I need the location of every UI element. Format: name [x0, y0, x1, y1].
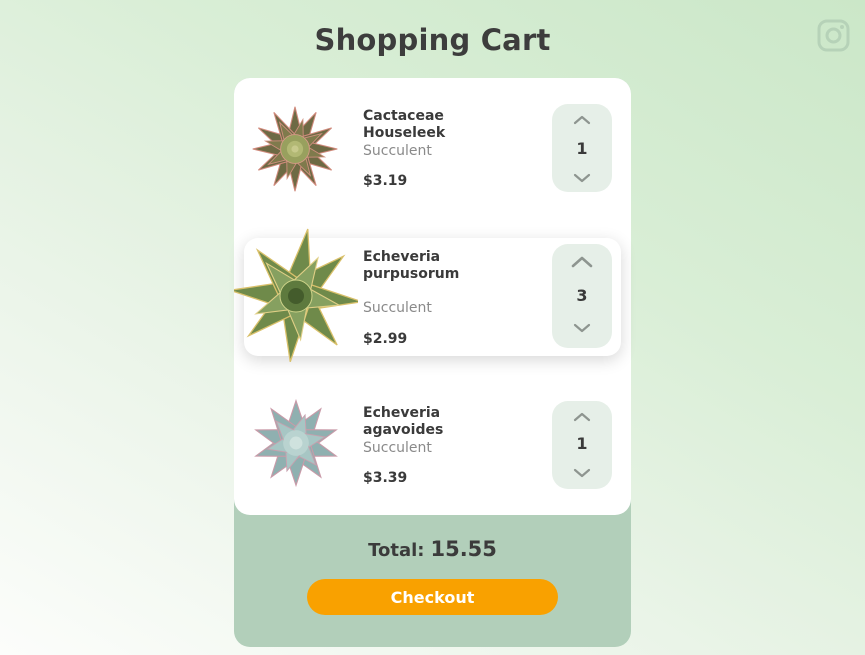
decrease-quantity-button[interactable] — [552, 316, 612, 340]
increase-quantity-button[interactable] — [552, 405, 612, 429]
quantity-value: 1 — [576, 434, 588, 453]
total-label: Total: — [368, 540, 425, 561]
page-title: Shopping Cart — [314, 23, 551, 57]
item-type: Succulent — [363, 143, 432, 159]
shopping-cart-card: Cactaceae Houseleek Succulent $3.19 1 Ec… — [234, 78, 631, 647]
chevron-up-icon — [573, 115, 591, 125]
quantity-stepper: 1 — [552, 401, 612, 489]
cart-item: Cactaceae Houseleek Succulent $3.19 1 — [234, 93, 631, 213]
quantity-stepper: 1 — [552, 104, 612, 192]
chevron-down-icon — [573, 323, 591, 333]
cart-item: Echeveria agavoides Succulent $3.39 1 — [234, 390, 631, 510]
item-type: Succulent — [363, 300, 432, 316]
quantity-value: 3 — [576, 286, 588, 305]
chevron-down-icon — [573, 468, 591, 478]
quantity-value: 1 — [576, 139, 588, 158]
cart-item-list: Cactaceae Houseleek Succulent $3.19 1 Ec… — [234, 78, 631, 515]
item-price: $3.39 — [363, 470, 408, 486]
chevron-down-icon — [573, 173, 591, 183]
item-name: Echeveria purpusorum — [363, 249, 460, 282]
plant-image-purpusorum — [234, 228, 358, 362]
increase-quantity-button[interactable] — [552, 250, 612, 274]
decrease-quantity-button[interactable] — [552, 461, 612, 485]
total-value: 15.55 — [430, 537, 497, 561]
item-type: Succulent — [363, 440, 432, 456]
cart-total: Total: 15.55 — [234, 537, 631, 561]
item-name: Echeveria agavoides — [363, 405, 444, 438]
plant-image-houseleek — [252, 106, 338, 192]
plant-image-agavoides — [254, 398, 338, 488]
item-price: $3.19 — [363, 173, 408, 189]
checkout-button[interactable]: Checkout — [307, 579, 558, 615]
item-price: $2.99 — [363, 331, 408, 347]
quantity-stepper: 3 — [552, 244, 612, 348]
decrease-quantity-button[interactable] — [552, 166, 612, 190]
chevron-up-icon — [573, 412, 591, 422]
increase-quantity-button[interactable] — [552, 108, 612, 132]
item-name: Cactaceae Houseleek — [363, 108, 446, 141]
chevron-up-icon — [571, 256, 593, 268]
